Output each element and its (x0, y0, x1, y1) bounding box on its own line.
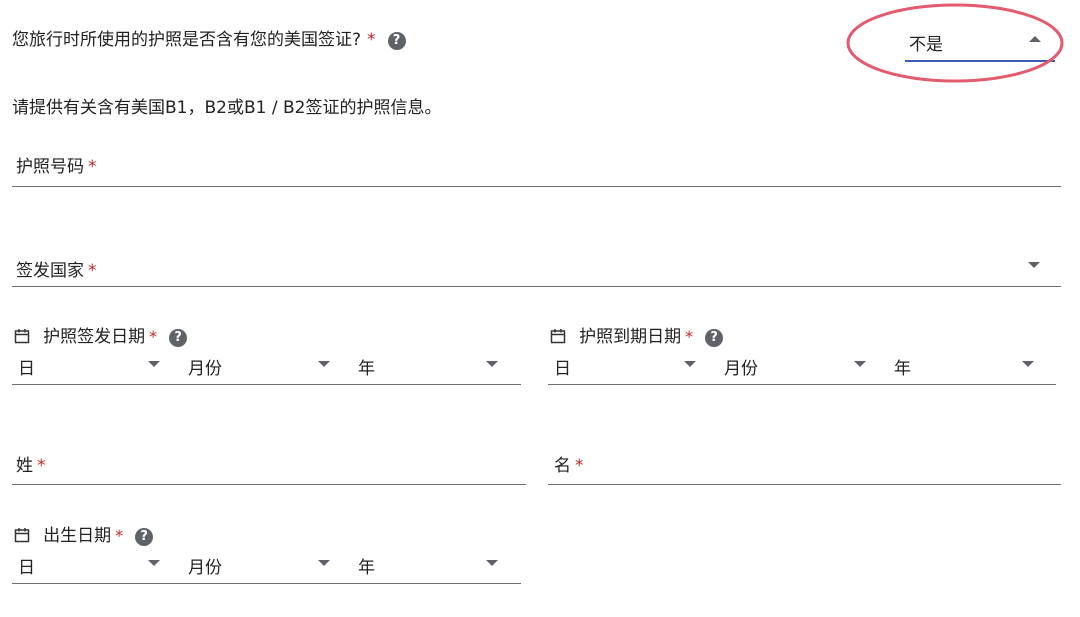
field-underline (12, 384, 521, 385)
issue-date-group: 护照签发日期 *? 日 月份 年 (12, 318, 522, 386)
expiry-day-select[interactable]: 日 (548, 354, 718, 384)
visa-question: 您旅行时所使用的护照是否含有您的美国签证? *? (12, 25, 406, 50)
given-name-label: 名 * (554, 456, 584, 476)
chevron-down-icon (148, 361, 160, 367)
chevron-down-icon (854, 361, 866, 367)
birth-day-select[interactable]: 日 (12, 553, 182, 583)
help-icon[interactable]: ? (705, 329, 724, 347)
field-underline (12, 286, 1061, 287)
chevron-down-icon (318, 361, 330, 367)
expiry-month-select[interactable]: 月份 (718, 354, 888, 384)
field-underline (548, 384, 1056, 385)
chevron-down-icon (1022, 361, 1034, 367)
chevron-down-icon (148, 560, 160, 566)
issuing-country-select[interactable]: 签发国家 * (12, 254, 1061, 288)
surname-field[interactable]: 姓 * (12, 451, 526, 487)
issuing-country-label: 签发国家 * (16, 261, 97, 281)
chevron-down-icon (318, 560, 330, 566)
help-icon[interactable]: ? (387, 32, 406, 50)
issue-day-select[interactable]: 日 (12, 354, 182, 384)
issue-month-select[interactable]: 月份 (182, 354, 352, 384)
info-text: 请提供有关含有美国B1，B2或B1 / B2签证的护照信息。 (12, 98, 442, 118)
help-icon[interactable]: ? (169, 329, 188, 347)
passport-number-label: 护照号码 * (16, 157, 97, 177)
highlight-ellipse (846, 3, 1064, 83)
field-underline (12, 484, 526, 485)
birth-date-heading: 出生日期 *? (14, 521, 154, 546)
expiry-year-select[interactable]: 年 (888, 354, 1058, 384)
visa-question-text: 您旅行时所使用的护照是否含有您的美国签证? (12, 30, 362, 50)
issue-year-select[interactable]: 年 (352, 354, 522, 384)
expiry-date-heading: 护照到期日期 *? (550, 322, 724, 347)
chevron-down-icon (486, 361, 498, 367)
passport-number-field[interactable]: 护照号码 * (12, 152, 1061, 188)
birth-month-select[interactable]: 月份 (182, 553, 352, 583)
field-underline (548, 484, 1061, 485)
field-underline (12, 583, 521, 584)
birth-date-group: 出生日期 *? 日 月份 年 (12, 517, 522, 585)
birth-year-select[interactable]: 年 (352, 553, 522, 583)
chevron-down-icon (684, 361, 696, 367)
field-underline (12, 186, 1061, 187)
expiry-date-group: 护照到期日期 *? 日 月份 年 (548, 318, 1058, 386)
required-mark: * (367, 30, 376, 50)
given-name-field[interactable]: 名 * (548, 451, 1061, 487)
help-icon[interactable]: ? (135, 528, 154, 546)
calendar-icon (14, 329, 30, 344)
calendar-icon (14, 528, 30, 543)
issue-date-heading: 护照签发日期 *? (14, 322, 188, 347)
chevron-down-icon (1028, 262, 1040, 268)
calendar-icon (550, 329, 566, 344)
surname-label: 姓 * (16, 456, 46, 476)
chevron-down-icon (486, 560, 498, 566)
